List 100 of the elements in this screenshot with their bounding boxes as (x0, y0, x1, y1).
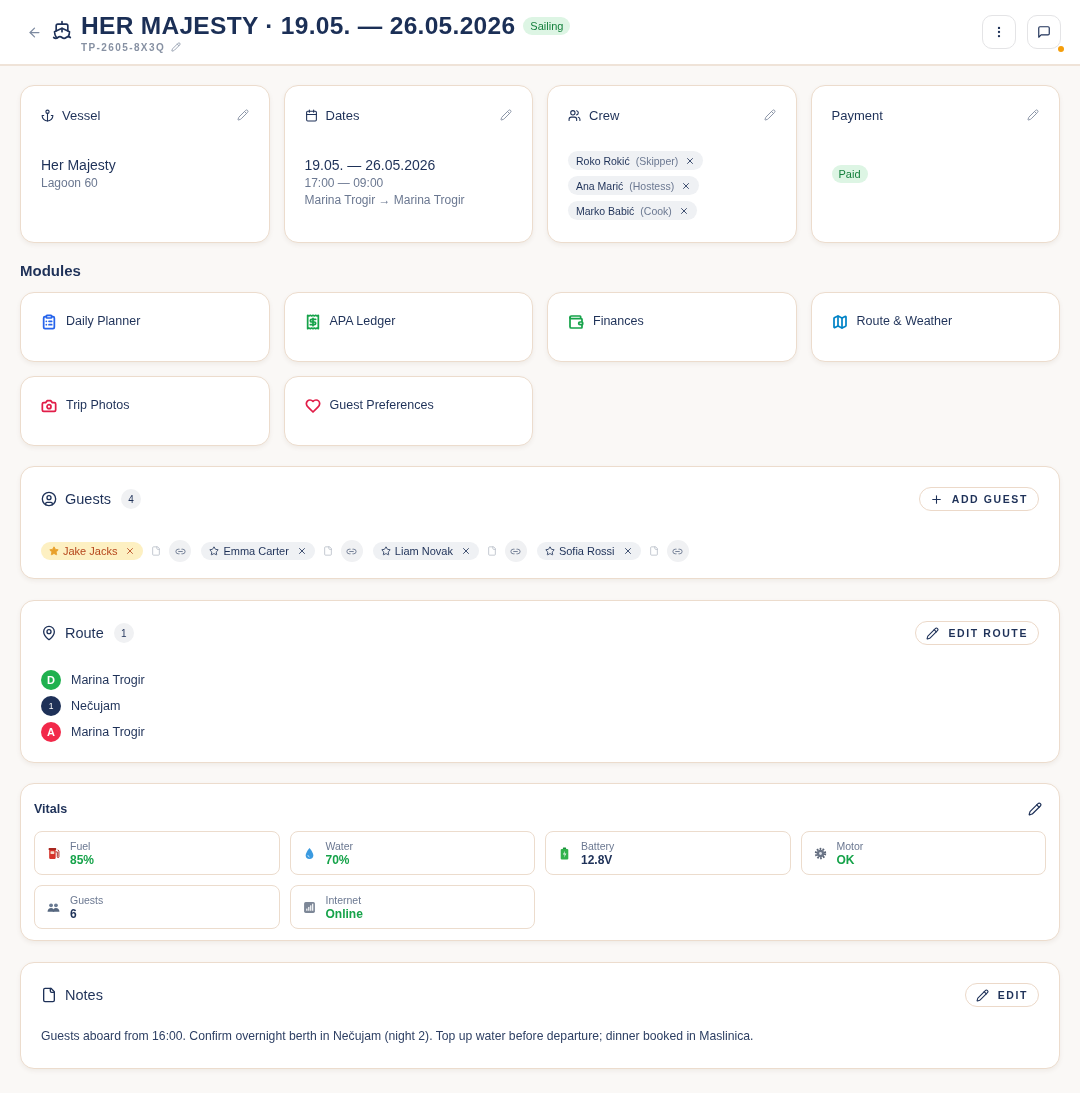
user-circle-icon (41, 491, 57, 507)
signal-icon (302, 900, 316, 914)
people-icon (568, 108, 581, 122)
edit-route-button[interactable]: EDIT ROUTE (915, 621, 1039, 645)
vital-label: Water (325, 839, 354, 852)
vital-value: 70% (325, 852, 351, 867)
vital-label: Battery (581, 839, 615, 852)
close-icon (681, 180, 692, 191)
guest-name: Sofia Rossi (558, 545, 615, 557)
calendar-icon (304, 108, 318, 122)
vessel-detail: Lagoon 60 (41, 176, 99, 190)
remove-button[interactable] (685, 155, 696, 166)
star-icon (380, 546, 391, 556)
notes-text: Guests aboard from 16:00. Confirm overnight berth in Nečujam (night 2). Top up water before departure; dinner booked in Maslinica. (41, 1029, 755, 1043)
payment-badge: Paid (831, 165, 868, 183)
vital-value: OK (836, 852, 856, 867)
card-label: Crew (589, 107, 620, 123)
link-button[interactable] (504, 540, 527, 562)
fuel-pump-icon (47, 846, 60, 860)
document-icon (486, 546, 497, 556)
close-icon (622, 546, 633, 556)
close-icon (460, 546, 471, 556)
pencil-icon (763, 109, 776, 121)
stop-marker: D (41, 670, 61, 690)
trip-code: TP-2605-8X3Q (81, 41, 166, 53)
vital-value: 6 (70, 906, 78, 921)
remove-button[interactable] (622, 546, 633, 556)
status-badge: Sailing (523, 16, 571, 35)
remove-button[interactable] (460, 546, 471, 556)
module-card[interactable]: Guest Preferences (283, 376, 533, 446)
remove-button[interactable] (125, 546, 136, 556)
vital-label: Guests (70, 893, 104, 906)
document-icon (322, 546, 333, 556)
pencil-icon (1027, 109, 1039, 121)
back-arrow-icon (27, 24, 42, 40)
remove-button[interactable] (296, 546, 307, 556)
ship-icon (52, 20, 72, 40)
close-icon (678, 205, 689, 216)
guest-name: Jake Jacks (63, 545, 118, 557)
section-title: Vitals (34, 802, 68, 816)
section-title: Guests (65, 491, 111, 507)
trip-title: HER MAJESTY · 19.05. — 26.05.2026 (81, 11, 516, 40)
module-card[interactable]: Route & Weather (810, 292, 1060, 362)
dates-title: 19.05. — 26.05.2026 (304, 157, 437, 173)
link-button[interactable] (666, 540, 689, 562)
pencil-icon (926, 626, 940, 640)
document-icon (151, 546, 162, 556)
vital-value: 12.8V (581, 852, 614, 867)
chat-button[interactable] (1027, 15, 1061, 49)
vital-label: Internet (325, 893, 363, 906)
card-label: Payment (831, 107, 883, 123)
vital-label: Motor (836, 839, 864, 852)
crew-name: Roko Rokić (576, 154, 630, 167)
link-button[interactable] (169, 540, 192, 562)
close-icon (685, 155, 696, 166)
vital-label: Fuel (70, 839, 92, 852)
map-pin-icon (41, 625, 57, 641)
plus-icon (929, 492, 943, 506)
card-label: Vessel (62, 107, 101, 123)
pencil-icon (1028, 802, 1042, 816)
stop-name: Marina Trogir (71, 673, 145, 687)
guest-name: Emma Carter (223, 545, 289, 557)
count-badge: 4 (120, 489, 141, 509)
edit-button[interactable] (1028, 802, 1042, 816)
pencil-icon (500, 109, 512, 121)
battery-icon (558, 846, 571, 860)
crew-role: (Skipper) (635, 154, 679, 167)
chat-icon (1037, 25, 1051, 39)
section-title: Route (65, 625, 104, 641)
remove-button[interactable] (681, 180, 692, 191)
star-icon (49, 546, 59, 556)
close-icon (125, 546, 136, 556)
document-icon (41, 987, 57, 1003)
stop-name: Marina Trogir (71, 725, 145, 739)
document-icon (648, 546, 659, 556)
link-button[interactable] (340, 540, 363, 562)
crew-role: (Cook) (640, 204, 672, 217)
anchor-icon (41, 108, 54, 122)
stop-marker: 1 (41, 696, 61, 716)
vital-value: Online (325, 906, 363, 921)
close-icon (296, 546, 307, 556)
edit-button[interactable]: EDIT (964, 983, 1039, 1007)
module-card[interactable]: APA Ledger (283, 292, 533, 362)
module-card[interactable]: Trip Photos (20, 376, 270, 446)
back-button[interactable] (27, 24, 42, 40)
star-icon (209, 546, 220, 556)
vital-value: 85% (70, 852, 95, 867)
pencil-icon (171, 42, 182, 52)
section-title: Notes (65, 987, 103, 1003)
remove-button[interactable] (678, 205, 689, 216)
star-icon (544, 546, 555, 556)
dates-detail: Marina Trogir → Marina Trogir (304, 193, 466, 207)
gear-icon (813, 846, 827, 860)
stop-marker: A (41, 722, 61, 742)
add-guest-button[interactable]: ADD GUEST (918, 487, 1039, 511)
module-card[interactable]: Finances (547, 292, 797, 362)
vessel-title: Her Majesty (41, 157, 117, 173)
pencil-icon (975, 988, 989, 1002)
module-card[interactable]: Daily Planner (20, 292, 270, 362)
card-label: Dates (325, 107, 360, 123)
